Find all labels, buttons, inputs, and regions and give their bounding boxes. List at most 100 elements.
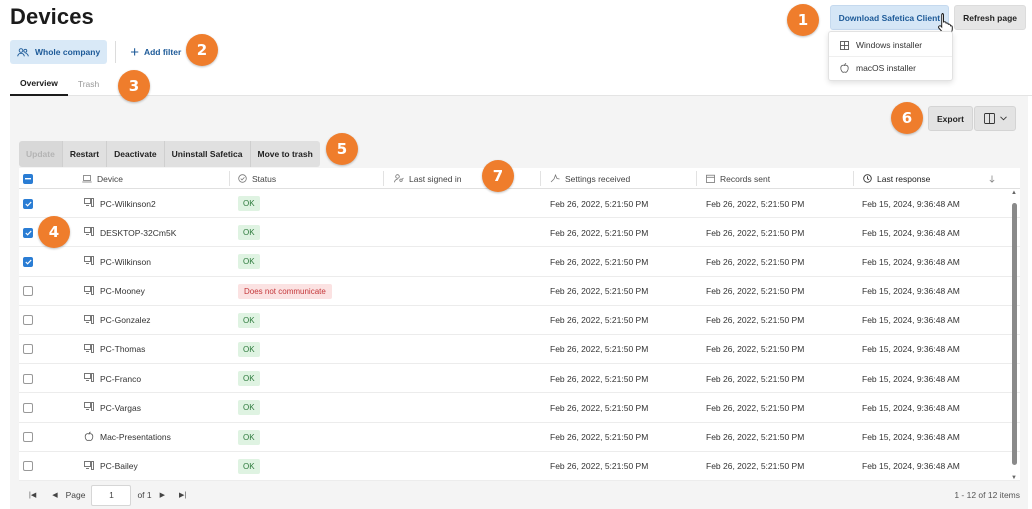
device-name[interactable]: PC-Wilkinson xyxy=(100,257,151,267)
last-page-icon[interactable]: ▶| xyxy=(179,491,186,499)
row-checkbox-cell[interactable] xyxy=(23,335,33,364)
column-status-label: Status xyxy=(252,173,277,184)
device-name[interactable]: DESKTOP-32Cm5K xyxy=(100,228,176,238)
records-sent-cell: Feb 26, 2022, 5:21:50 PM xyxy=(706,402,805,413)
table-row[interactable]: PC-Bailey OK Feb 26, 2022, 5:21:50 PM Feb 2… xyxy=(19,452,1020,481)
device-name[interactable]: PC-Mooney xyxy=(100,286,145,296)
settings-received-cell: Feb 26, 2022, 5:21:50 PM xyxy=(550,256,649,267)
device-name[interactable]: PC-Gonzalez xyxy=(100,315,151,325)
status-badge: OK xyxy=(238,458,260,474)
column-device[interactable]: Device xyxy=(82,168,123,189)
column-records-sent[interactable]: Records sent xyxy=(706,168,770,189)
row-checkbox[interactable] xyxy=(23,461,33,472)
table-row[interactable]: PC-Gonzalez OK Feb 26, 2022, 5:21:50 PM Feb… xyxy=(19,306,1020,335)
download-client-button[interactable]: Download Safetica Client xyxy=(829,5,950,30)
row-checkbox-cell[interactable] xyxy=(23,423,33,452)
table-row[interactable]: PC-Wilkinson OK Feb 26, 2022, 5:21:50 PM Fe… xyxy=(19,247,1020,277)
row-checkbox-cell[interactable] xyxy=(23,393,33,422)
row-checkbox[interactable] xyxy=(23,256,33,267)
column-last-response[interactable]: Last response xyxy=(863,168,930,189)
table-row[interactable]: PC-Thomas OK Feb 26, 2022, 5:21:50 PM Feb 2… xyxy=(19,335,1020,365)
row-checkbox-cell[interactable] xyxy=(23,364,33,393)
row-checkbox[interactable] xyxy=(23,315,33,326)
row-checkbox[interactable] xyxy=(23,286,33,297)
select-all-checkbox[interactable] xyxy=(23,173,33,184)
table-row[interactable]: Mac-Presentations OK Feb 26, 2022, 5:21:50… xyxy=(19,423,1020,452)
settings-received-cell: Feb 26, 2022, 5:21:50 PM xyxy=(550,198,649,209)
whole-company-label: Whole company xyxy=(35,47,101,57)
row-checkbox[interactable] xyxy=(23,432,33,442)
filter-divider xyxy=(115,41,117,63)
status-cell: OK xyxy=(238,364,260,393)
column-status[interactable]: Status xyxy=(238,168,276,189)
scrollbar-thumb[interactable] xyxy=(1012,203,1017,465)
table-row[interactable]: PC-Vargas OK Feb 26, 2022, 5:21:50 PM Feb 2… xyxy=(19,393,1020,423)
status-badge: OK xyxy=(238,312,260,328)
device-cell: PC-Franco xyxy=(84,364,141,393)
update-button[interactable]: Update xyxy=(19,141,63,167)
sort-desc-icon[interactable] xyxy=(989,168,995,189)
row-checkbox-cell[interactable] xyxy=(23,247,33,276)
first-page-icon[interactable]: |◀ xyxy=(29,491,36,499)
row-checkbox-cell[interactable] xyxy=(23,189,33,218)
last-response-cell: Feb 15, 2024, 9:36:48 AM xyxy=(862,461,960,472)
table-row[interactable]: PC-Franco OK Feb 26, 2022, 5:21:50 PM Feb 2… xyxy=(19,364,1020,394)
status-badge: OK xyxy=(238,225,260,241)
whole-company-chip[interactable]: Whole company xyxy=(10,40,108,64)
device-name[interactable]: PC-Thomas xyxy=(100,344,145,354)
select-all-checkbox-cell[interactable] xyxy=(23,168,33,189)
move-to-trash-button[interactable]: Move to trash xyxy=(250,141,320,167)
row-checkbox-cell[interactable] xyxy=(23,277,33,306)
device-name[interactable]: PC-Wilkinson2 xyxy=(100,199,156,209)
add-filter-button[interactable]: + Add filter xyxy=(130,45,181,60)
callout-badge-3: 3 xyxy=(118,70,150,102)
table-row[interactable]: PC-Wilkinson2 OK Feb 26, 2022, 5:21:50 PM F… xyxy=(19,189,1020,219)
status-cell: OK xyxy=(238,306,260,335)
page-number-input[interactable]: 1 xyxy=(91,484,132,506)
prev-page-icon[interactable]: ◀ xyxy=(52,491,57,499)
column-last-signed-in[interactable]: Last signed in xyxy=(394,168,461,189)
refresh-page-button[interactable]: Refresh page xyxy=(954,5,1026,30)
row-checkbox[interactable] xyxy=(23,344,33,355)
records-sent-cell: Feb 26, 2022, 5:21:50 PM xyxy=(706,432,805,442)
scroll-up-arrow-icon[interactable]: ▲ xyxy=(1011,190,1017,196)
row-checkbox-cell[interactable] xyxy=(23,452,33,481)
device-name[interactable]: PC-Bailey xyxy=(100,461,138,471)
deactivate-button[interactable]: Deactivate xyxy=(107,141,165,167)
device-name[interactable]: Mac-Presentations xyxy=(100,432,171,442)
windows-installer-item[interactable]: Windows installer xyxy=(829,34,952,56)
column-last-response-label: Last response xyxy=(877,173,931,184)
tab-trash[interactable]: Trash xyxy=(68,72,109,96)
status-cell: OK xyxy=(238,393,260,422)
last-response-cell: Feb 15, 2024, 9:36:48 AM xyxy=(862,373,960,384)
callout-badge-6: 6 xyxy=(891,102,923,134)
row-checkbox[interactable] xyxy=(23,227,33,238)
table-row[interactable]: DESKTOP-32Cm5K OK Feb 26, 2022, 5:21:50 PM… xyxy=(19,218,1020,248)
columns-toggle-button[interactable] xyxy=(974,106,1016,131)
windows-installer-label: Windows installer xyxy=(856,40,923,50)
device-name[interactable]: PC-Vargas xyxy=(100,403,141,413)
table-scrollbar[interactable]: ▲ ▼ xyxy=(1010,189,1019,481)
uninstall-safetica-button[interactable]: Uninstall Safetica xyxy=(164,141,251,167)
status-badge: OK xyxy=(238,371,260,387)
table-row[interactable]: PC-Mooney Does not communicate Feb 26, 202… xyxy=(19,277,1020,306)
tab-overview[interactable]: Overview xyxy=(10,72,68,96)
records-sent-cell: Feb 26, 2022, 5:21:50 PM xyxy=(706,344,805,355)
settings-received-cell: Feb 26, 2022, 5:21:50 PM xyxy=(550,432,649,442)
status-badge: OK xyxy=(238,254,260,270)
settings-received-cell: Feb 26, 2022, 5:21:50 PM xyxy=(550,373,649,384)
row-checkbox-cell[interactable] xyxy=(23,218,33,247)
row-checkbox-cell[interactable] xyxy=(23,306,33,335)
device-name[interactable]: PC-Franco xyxy=(100,374,141,384)
row-checkbox[interactable] xyxy=(23,373,33,384)
next-page-icon[interactable]: ▶ xyxy=(160,491,165,499)
page-title: Devices xyxy=(10,4,94,29)
callout-badge-1: 1 xyxy=(787,4,819,36)
export-button[interactable]: Export xyxy=(928,106,973,131)
scroll-down-arrow-icon[interactable]: ▼ xyxy=(1011,475,1017,481)
column-settings-received[interactable]: Settings received xyxy=(550,168,630,189)
row-checkbox[interactable] xyxy=(23,198,33,209)
row-checkbox[interactable] xyxy=(23,402,33,413)
apple-icon xyxy=(840,62,849,73)
restart-button[interactable]: Restart xyxy=(62,141,108,167)
